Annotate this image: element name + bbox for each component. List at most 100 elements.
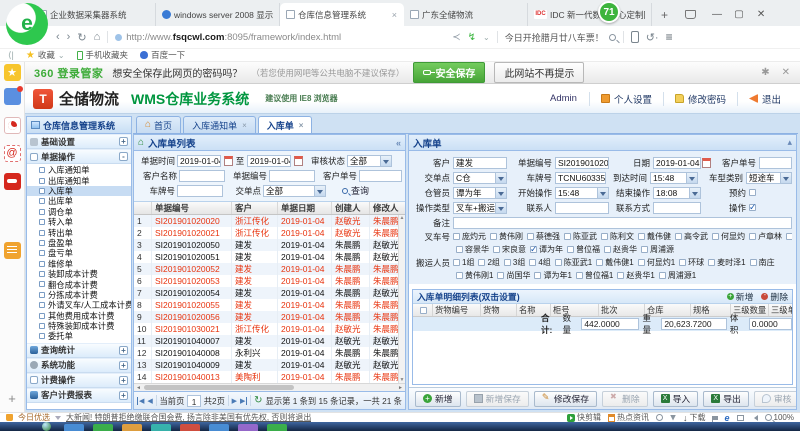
checkbox-icon[interactable] [786, 233, 792, 240]
select-all-checkbox[interactable] [420, 307, 427, 314]
detail-column-header[interactable]: 货物编号 [433, 304, 481, 316]
dropdown-arrow-icon[interactable] [598, 187, 609, 199]
checkbox-icon[interactable] [641, 246, 648, 253]
table-row[interactable]: 11SI201901040007建发2019-01-04赵敏光赵敏光 [134, 335, 405, 347]
checkbox-icon[interactable] [596, 259, 603, 266]
checkbox-icon[interactable] [490, 233, 497, 240]
checkbox-icon[interactable] [456, 246, 463, 253]
customer-no-input[interactable] [759, 157, 792, 169]
worker-checkbox-何显灼1[interactable]: 何显灼1 [638, 257, 675, 268]
dropdown-arrow-icon[interactable] [687, 172, 698, 184]
taskbar-app-icon[interactable] [180, 424, 200, 431]
date-to-input[interactable]: 2019-01-04 [247, 155, 291, 167]
checkbox-icon[interactable] [617, 272, 624, 279]
worker-checkbox-曾位福[interactable]: 曾位福 [567, 244, 600, 255]
checkbox-icon[interactable] [504, 259, 511, 266]
date-from-input[interactable]: 2019-01-04 [177, 155, 221, 167]
tab-首页[interactable]: ⌂首页 [136, 116, 181, 133]
tab-入库通知单[interactable]: 入库通知单× [183, 116, 256, 133]
sidebar-item-转入单[interactable]: 转入单 [27, 217, 131, 227]
detail-column-header[interactable]: 货物 [481, 304, 517, 316]
next-page-icon[interactable]: ▶ [232, 397, 237, 405]
browser-tab[interactable]: 企业数据采集器系统 [32, 3, 156, 26]
checkbox-icon[interactable] [529, 259, 536, 266]
checkbox-icon[interactable] [638, 259, 645, 266]
first-page-icon[interactable]: ◀ [137, 397, 144, 405]
sidebar-item-分拣成本计费[interactable]: 分拣成本计费 [27, 290, 131, 300]
last-page-icon[interactable]: ▶ [240, 397, 247, 405]
mention-icon[interactable]: @ [4, 145, 21, 162]
dropdown-arrow-icon[interactable] [496, 202, 507, 214]
total-weight-input[interactable]: 20,623.7200 [661, 318, 727, 330]
maximize-button[interactable]: ▢ [728, 9, 750, 26]
taskbar-app-icon[interactable] [93, 424, 113, 431]
speed-mode-icon[interactable]: ↯ [468, 32, 476, 43]
checkbox-icon[interactable] [675, 233, 682, 240]
worker-checkbox-蔡德强[interactable]: 蔡德强 [527, 231, 560, 242]
sidebar-item-调仓单[interactable]: 调仓单 [27, 207, 131, 217]
checkbox-icon[interactable] [497, 272, 504, 279]
speed-badge[interactable]: 71 [598, 1, 620, 23]
sidebar-item-入库单[interactable]: 入库单 [27, 186, 131, 196]
deals-icon[interactable] [6, 414, 13, 421]
plate-input[interactable] [177, 185, 223, 197]
table-row[interactable]: 12SI201901040008永利兴2019-01-04朱晨鹏朱晨鹏 [134, 347, 405, 359]
checkbox-icon[interactable] [493, 246, 500, 253]
section-toggle-icon[interactable]: - [119, 152, 128, 161]
browser-tab[interactable]: IDCIDC 新一代数据中心定制国板 [528, 3, 652, 26]
worker-checkbox-戴伟健1[interactable]: 戴伟健1 [596, 257, 633, 268]
calendar-icon[interactable] [702, 158, 711, 168]
taskbar-app-icon[interactable] [151, 424, 171, 431]
checkbox-icon[interactable] [601, 233, 608, 240]
table-row[interactable]: 1SI201901020020浙江传化2019-01-04赵敏光朱晨鹏 [134, 215, 405, 227]
close-icon[interactable]: ✕ [782, 67, 790, 78]
sidebar-item-翻仓成本计费[interactable]: 翻仓成本计费 [27, 279, 131, 289]
checkbox-icon[interactable] [534, 272, 541, 279]
worker-checkbox-南庄[interactable]: 南庄 [750, 257, 775, 268]
header-menu-password[interactable]: 修改密码 [663, 92, 737, 106]
mobile-icon[interactable] [631, 31, 639, 43]
flag-icon[interactable] [713, 416, 718, 420]
sidebar-section-单据操作[interactable]: 单据操作- [27, 149, 131, 164]
sidebar-item-入库通知单[interactable]: 入库通知单 [27, 165, 131, 175]
worker-checkbox-环球[interactable]: 环球 [679, 257, 704, 268]
worker-checkbox-戴伟健[interactable]: 戴伟健 [638, 231, 671, 242]
chevron-down-icon[interactable]: ⌄ [483, 33, 490, 42]
search-icon[interactable] [609, 34, 616, 41]
checkbox-icon[interactable] [453, 233, 460, 240]
customer-name-input[interactable] [179, 170, 225, 182]
checkbox-icon[interactable] [604, 246, 611, 253]
worker-checkbox-3组[interactable]: 3组 [504, 257, 525, 268]
sidebar-item-出库单[interactable]: 出库单 [27, 196, 131, 206]
section-toggle-icon[interactable]: + [119, 391, 128, 400]
window-icon[interactable] [737, 415, 744, 421]
taskbar-app-icon[interactable] [209, 424, 229, 431]
header-menu-logout[interactable]: 退出 [737, 92, 792, 106]
checkbox-icon[interactable] [679, 259, 686, 266]
new-tab-button[interactable]: + [652, 8, 677, 26]
save-password-button[interactable]: 安全保存 [413, 62, 485, 83]
sidebar-section-基础设置[interactable]: 基础设置+ [27, 134, 131, 149]
checkbox-icon[interactable] [659, 272, 666, 279]
minimize-button[interactable]: — [706, 9, 728, 26]
menu-icon[interactable]: ≡ [666, 30, 673, 44]
sidebar-item-出库通知单[interactable]: 出库通知单 [27, 175, 131, 185]
browser-tab[interactable]: 仓库信息管理系统× [280, 3, 404, 26]
total-qty-input[interactable]: 442.0000 [581, 318, 639, 330]
point-select[interactable]: 全部 [263, 185, 326, 197]
worker-checkbox-卢章林[interactable]: 卢章林 [749, 231, 782, 242]
worker-checkbox-陈亚武[interactable]: 陈亚武 [564, 231, 597, 242]
taskbar-app-icon[interactable] [267, 424, 287, 431]
end-time-select[interactable]: 18:08 [653, 187, 701, 199]
sidebar-item-其他费用成本计费[interactable]: 其他费用成本计费 [27, 310, 131, 320]
taskbar-app-icon[interactable] [122, 424, 142, 431]
worker-checkbox-麦时泽1[interactable]: 麦时泽1 [708, 257, 745, 268]
restore-tab-icon[interactable]: ↺· [646, 31, 659, 44]
side-panel-icon[interactable] [4, 88, 21, 105]
checkbox-icon[interactable] [530, 246, 537, 253]
panel-collapse-icon[interactable]: ▴ [787, 137, 792, 148]
close-button[interactable]: ✕ [750, 9, 772, 26]
arrive-time-select[interactable]: 15:48 [650, 172, 698, 184]
sidebar-section-计费操作[interactable]: 计费操作+ [27, 373, 131, 388]
query-button[interactable]: 查询 [336, 183, 375, 198]
